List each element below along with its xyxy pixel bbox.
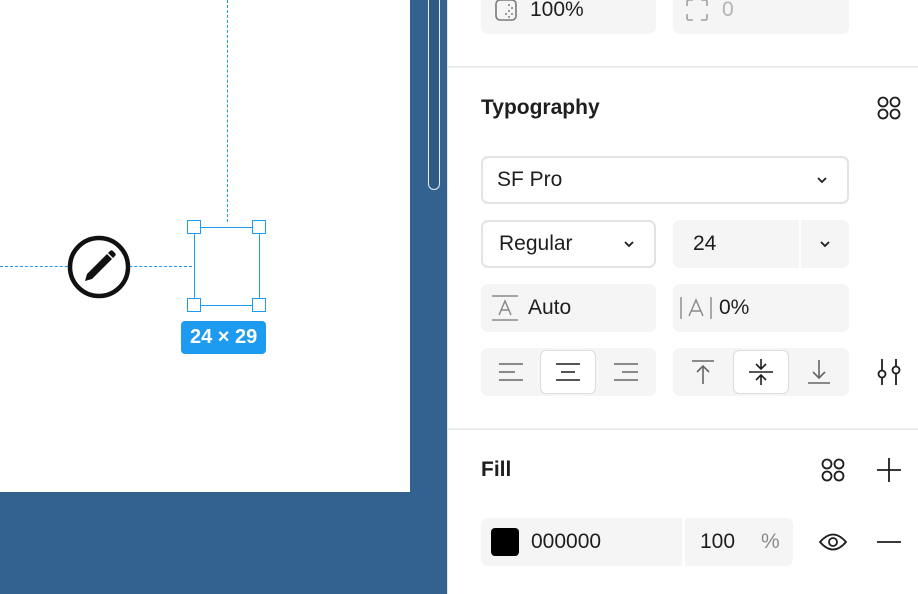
align-right-button[interactable] xyxy=(598,350,654,394)
vertical-guide-line xyxy=(227,0,228,222)
text-styles-button[interactable] xyxy=(873,92,905,124)
align-top-icon xyxy=(692,360,714,384)
fill-opacity-value[interactable]: 100 xyxy=(700,530,735,554)
add-fill-button[interactable] xyxy=(873,454,905,486)
fill-section-title: Fill xyxy=(481,458,512,481)
line-height-icon xyxy=(492,295,518,321)
fill-styles-button[interactable] xyxy=(817,454,849,486)
font-weight-value: Regular xyxy=(499,232,573,255)
eye-icon xyxy=(818,533,848,551)
resize-handle-bottom-right[interactable] xyxy=(252,298,266,312)
fill-field-divider xyxy=(682,518,685,566)
corner-radius-icon xyxy=(686,0,708,21)
font-family-dropdown[interactable]: SF Pro xyxy=(481,156,849,204)
styles-grid-icon xyxy=(877,96,901,120)
section-divider xyxy=(448,428,918,430)
sliders-icon xyxy=(877,359,901,385)
chevron-down-icon xyxy=(817,177,827,184)
letter-spacing-field[interactable]: 0% xyxy=(673,284,849,332)
letter-spacing-value: 0% xyxy=(719,296,750,319)
align-middle-button[interactable] xyxy=(733,350,789,394)
resize-handle-bottom-left[interactable] xyxy=(187,298,201,312)
align-middle-icon xyxy=(749,359,773,385)
fill-hex-value[interactable]: 000000 xyxy=(531,530,601,554)
canvas[interactable]: 24 × 29 xyxy=(0,0,447,594)
toggle-fill-visibility-button[interactable] xyxy=(817,526,849,558)
align-center-icon xyxy=(556,363,580,381)
type-settings-button[interactable] xyxy=(873,356,905,388)
align-right-icon xyxy=(614,363,638,381)
align-top-button[interactable] xyxy=(675,350,731,394)
fill-color-field[interactable]: 000000 100 % xyxy=(481,518,793,566)
align-bottom-button[interactable] xyxy=(791,350,847,394)
corner-radius-value: 0 xyxy=(722,0,734,21)
font-size-chevron-down-icon[interactable] xyxy=(818,237,832,251)
font-size-field[interactable]: 24 xyxy=(673,220,849,268)
align-center-button[interactable] xyxy=(540,350,596,394)
section-divider xyxy=(448,66,918,68)
inspector-panel: 100% 0 Typography SF Pro Regular 24 Auto… xyxy=(447,0,918,594)
vertical-align-group xyxy=(673,348,849,396)
font-weight-dropdown[interactable]: Regular xyxy=(481,220,656,268)
align-bottom-icon xyxy=(808,360,830,384)
typography-section-title: Typography xyxy=(481,96,600,119)
fill-opacity-unit: % xyxy=(761,530,780,553)
font-size-divider xyxy=(799,220,801,268)
opacity-field[interactable]: 100% xyxy=(481,0,656,34)
pen-cursor-icon xyxy=(67,235,131,299)
line-height-value: Auto xyxy=(528,296,572,319)
remove-fill-button[interactable] xyxy=(873,526,905,558)
opacity-value: 100% xyxy=(530,0,584,21)
line-height-field[interactable]: Auto xyxy=(481,284,656,332)
canvas-scrollbar[interactable] xyxy=(428,0,440,190)
font-size-value: 24 xyxy=(693,232,717,255)
minus-icon xyxy=(877,541,901,543)
resize-handle-top-left[interactable] xyxy=(187,220,201,234)
chevron-down-icon xyxy=(624,241,634,248)
letter-spacing-icon xyxy=(680,297,712,319)
opacity-icon xyxy=(495,0,517,21)
styles-grid-icon xyxy=(821,458,845,482)
fill-color-swatch[interactable] xyxy=(491,528,519,556)
corner-radius-field[interactable]: 0 xyxy=(673,0,849,34)
align-left-button[interactable] xyxy=(483,350,539,394)
horizontal-align-group xyxy=(481,348,656,396)
selection-size-badge: 24 × 29 xyxy=(181,321,267,354)
selection-box[interactable] xyxy=(194,227,260,306)
align-left-icon xyxy=(499,363,523,381)
resize-handle-top-right[interactable] xyxy=(252,220,266,234)
plus-icon xyxy=(877,458,901,482)
font-family-value: SF Pro xyxy=(497,168,563,191)
